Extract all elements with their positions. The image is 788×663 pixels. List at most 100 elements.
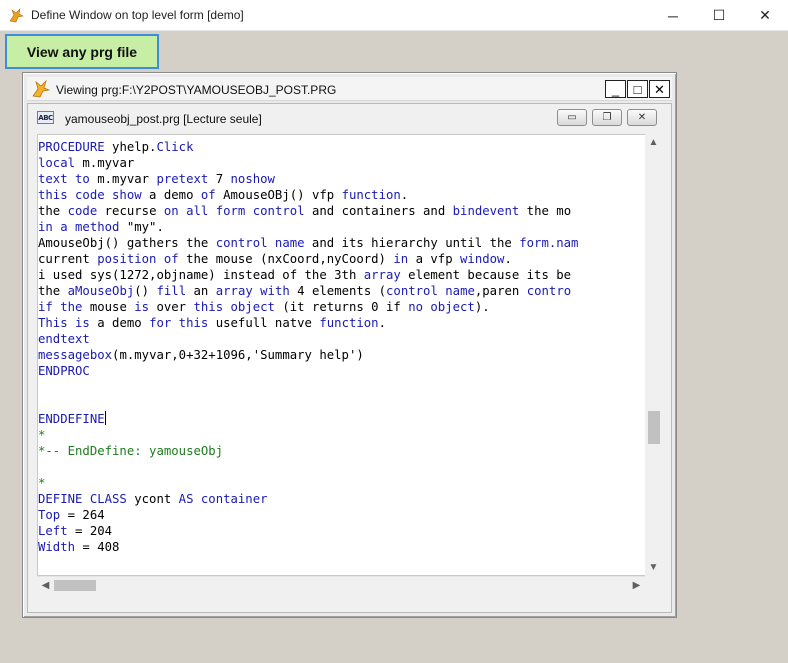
code-keyword: aMouseObj [67, 284, 135, 298]
code-keyword: endtext [38, 332, 90, 346]
code-token: yhelp. [104, 140, 157, 154]
code-editor[interactable]: PROCEDURE yhelp.Click local m.myvar text t… [37, 134, 662, 576]
code-keyword: this object [193, 300, 275, 314]
code-token: . [378, 316, 386, 330]
code-line: ENDPROC [38, 363, 578, 379]
viewer-form: Viewing prg:F:\Y2POST\YAMOUSEOBJ_POST.PR… [22, 72, 677, 618]
code-keyword: control name [215, 236, 305, 250]
editor-close-button[interactable]: ✕ [627, 109, 657, 126]
editor-minimize-button[interactable]: ▭ [557, 109, 587, 126]
code-line: this code show a demo of AmouseOBj() vfp… [38, 187, 578, 203]
code-line: local m.myvar [38, 155, 578, 171]
code-keyword: text to [38, 172, 90, 186]
code-token: "my". [119, 220, 164, 234]
code-token: the [38, 204, 68, 218]
editor-window-titlebar: ABC yamouseobj_post.prg [Lecture seule] … [28, 104, 671, 132]
code-token: = 408 [75, 540, 120, 554]
code-token: 7 [208, 172, 231, 186]
view-prg-file-button[interactable]: View any prg file [5, 34, 159, 69]
code-line: Top = 264 [38, 507, 578, 523]
editor-restore-button[interactable]: ❐ [592, 109, 622, 126]
code-keyword: in [393, 252, 409, 266]
code-comment: * [38, 428, 46, 442]
code-token: current [38, 252, 98, 266]
code-token: i used sys(1272,objname) instead of the … [38, 268, 364, 282]
chevron-right-icon: ▶ [632, 580, 641, 591]
vertical-scrollbar[interactable]: ▲ ▼ [645, 134, 662, 576]
code-line: the aMouseObj() fill an array with 4 ele… [38, 283, 578, 299]
code-line: ENDDEFINE [38, 411, 578, 427]
scroll-right-arrow[interactable]: ▶ [628, 577, 645, 594]
code-keyword: no object [408, 300, 475, 314]
code-keyword: DEFINE CLASS [38, 492, 127, 506]
window-close-button[interactable]: ✕ [742, 0, 788, 31]
code-line: if the mouse is over this object (it ret… [38, 299, 578, 315]
code-keyword: PROCEDURE [38, 140, 105, 154]
scroll-left-arrow[interactable]: ◀ [37, 577, 54, 594]
code-token: AmouseOBj() vfp [215, 188, 342, 202]
code-keyword: of [200, 188, 216, 202]
code-token: (it returns 0 if [274, 300, 409, 314]
editor-window: ABC yamouseobj_post.prg [Lecture seule] … [27, 103, 672, 613]
code-token: mouse [82, 300, 135, 314]
code-keyword: Click [156, 140, 194, 154]
code-keyword: contro [526, 284, 572, 298]
code-token: AmouseObj() gathers the [38, 236, 216, 250]
vertical-scroll-thumb[interactable] [648, 411, 660, 444]
viewer-form-titlebar: Viewing prg:F:\Y2POST\YAMOUSEOBJ_POST.PR… [27, 77, 672, 101]
code-keyword: is [134, 300, 150, 314]
window-minimize-button[interactable]: ─ [650, 0, 696, 31]
code-token: element because its be [400, 268, 572, 282]
chevron-down-icon: ▼ [648, 562, 659, 573]
code-keyword: in a method [38, 220, 120, 234]
code-token: a demo [89, 316, 150, 330]
editor-window-title: yamouseobj_post.prg [Lecture seule] [65, 112, 262, 126]
code-token: over [149, 300, 194, 314]
code-line: Left = 204 [38, 523, 578, 539]
close-icon: ✕ [654, 81, 665, 97]
code-keyword: control name [386, 284, 475, 298]
code-keyword: AS container [178, 492, 268, 506]
code-line: AmouseObj() gathers the control name and… [38, 235, 578, 251]
form-close-button[interactable]: ✕ [649, 80, 670, 98]
text-caret [104, 411, 106, 425]
form-minimize-button[interactable]: _ [605, 80, 626, 98]
horizontal-scroll-thumb[interactable] [54, 580, 96, 591]
code-keyword: pretext [156, 172, 209, 186]
viewer-form-title: Viewing prg:F:\Y2POST\YAMOUSEOBJ_POST.PR… [56, 83, 337, 97]
scroll-up-arrow[interactable]: ▲ [645, 134, 662, 151]
code-token: a demo [141, 188, 201, 202]
code-token: an [186, 284, 216, 298]
code-line: i used sys(1272,objname) instead of the … [38, 267, 578, 283]
minimize-icon: ─ [668, 7, 678, 24]
code-token: the mo [519, 204, 572, 218]
code-token: 4 elements ( [289, 284, 387, 298]
code-keyword: array [363, 268, 401, 282]
code-token: ycont [126, 492, 179, 506]
code-line: *-- EndDefine: yamouseObj [38, 443, 578, 459]
code-token: () [134, 284, 157, 298]
text-document-icon: ABC [37, 111, 54, 124]
code-token: (m.myvar,0+32+1096,'Summary help') [112, 348, 364, 362]
fox-icon [32, 79, 51, 98]
code-token: . [504, 252, 512, 266]
horizontal-scrollbar[interactable]: ◀ ▶ [37, 576, 645, 593]
minimize-icon: ▭ [567, 112, 577, 123]
code-keyword: array with [215, 284, 290, 298]
form-maximize-button[interactable]: □ [627, 80, 648, 98]
code-keyword: noshow [230, 172, 275, 186]
text-document-icon-label: ABC [38, 113, 53, 122]
chevron-up-icon: ▲ [648, 137, 659, 148]
scroll-down-arrow[interactable]: ▼ [645, 559, 662, 576]
code-text: PROCEDURE yhelp.Click local m.myvar text t… [38, 139, 578, 555]
code-comment: *-- EndDefine: yamouseObj [38, 444, 224, 458]
window-maximize-button[interactable]: ☐ [696, 0, 742, 31]
code-keyword: function [341, 188, 401, 202]
window-client-area: View any prg file Viewing prg:F:\Y2POST\… [0, 31, 788, 663]
code-token: recurse [97, 204, 164, 218]
code-line: * [38, 475, 578, 491]
code-line: the code recurse on all form control and… [38, 203, 578, 219]
